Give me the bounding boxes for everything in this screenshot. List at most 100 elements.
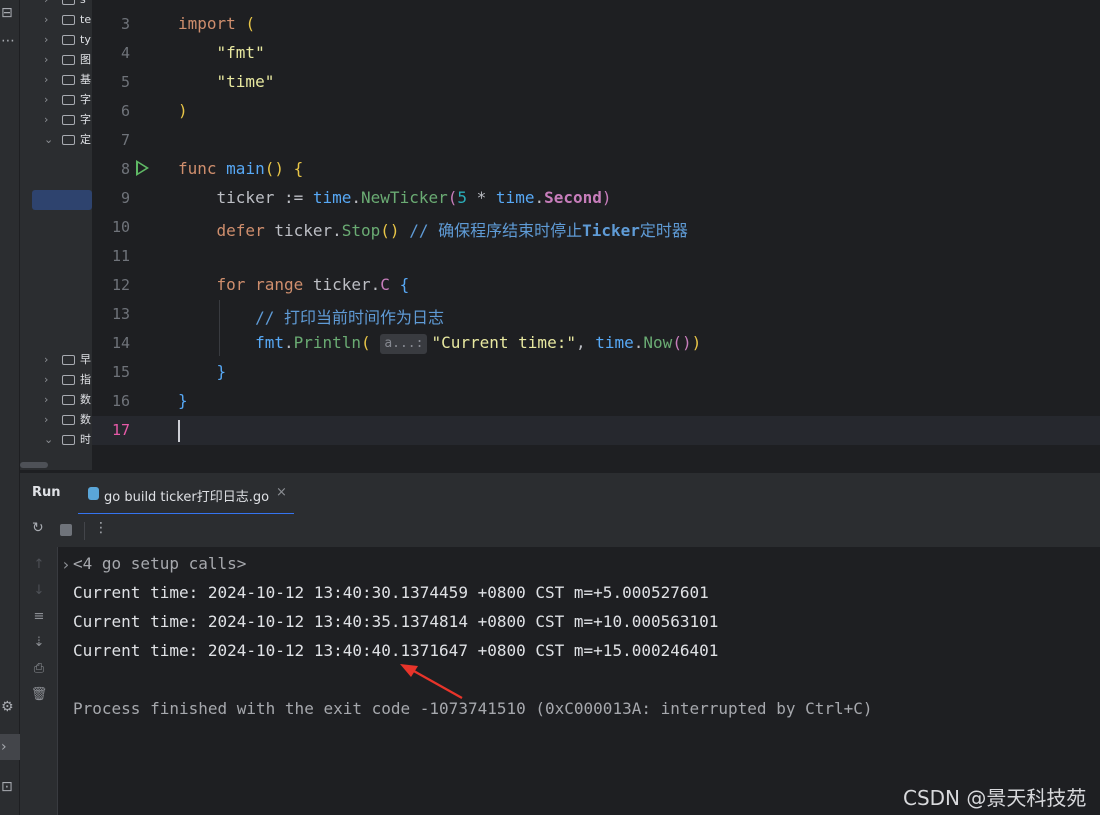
tree-item[interactable]: › 图 <box>20 50 92 70</box>
tree-item[interactable]: ⌄ 定 <box>20 130 92 150</box>
tree-item[interactable]: › 指 <box>20 370 92 390</box>
print-icon[interactable]: ⎙ <box>30 661 48 676</box>
line-number: 12 <box>111 276 130 294</box>
folder-icon <box>62 95 75 105</box>
tree-item[interactable]: › 字 <box>20 110 92 130</box>
more-tools-icon[interactable]: ⋯ <box>0 28 20 54</box>
scroll-up-icon[interactable]: ↑ <box>30 557 48 572</box>
chevron-icon[interactable]: › <box>44 30 54 50</box>
tree-item-label: 时 <box>80 433 91 446</box>
folder-icon <box>62 395 75 405</box>
tree-item-label: 图 <box>80 53 91 66</box>
chevron-icon[interactable]: › <box>44 70 54 90</box>
chevron-icon[interactable]: ⌄ <box>44 130 54 150</box>
setup-calls-fold[interactable]: <4 go setup calls> <box>73 554 246 573</box>
line-number: 5 <box>120 73 130 91</box>
chevron-icon[interactable]: › <box>44 90 54 110</box>
project-tree: ›s›te›ty›图›基›字›字⌄定›早›指›数›数⌄时 <box>20 0 92 470</box>
toolbar-divider <box>84 522 85 540</box>
tree-item[interactable]: › 早 <box>20 350 92 370</box>
tree-item[interactable]: › te <box>20 10 92 30</box>
console-line: Current time: 2024-10-12 13:40:30.137445… <box>73 583 709 602</box>
tree-horizontal-scrollbar[interactable] <box>20 462 48 468</box>
code-line: } <box>178 391 188 410</box>
scroll-to-end-icon[interactable]: ⇣ <box>30 635 48 650</box>
tree-item[interactable]: › ty <box>20 30 92 50</box>
run-gutter-icon[interactable] <box>136 160 149 176</box>
chevron-icon[interactable]: › <box>44 370 54 390</box>
tree-item-label: 数 <box>80 393 91 406</box>
folder-icon <box>62 135 75 145</box>
folder-icon <box>62 75 75 85</box>
tree-item[interactable]: › 基 <box>20 70 92 90</box>
folder-icon <box>62 375 75 385</box>
chevron-icon[interactable]: › <box>44 0 54 10</box>
tree-item[interactable]: › 数 <box>20 390 92 410</box>
tree-item-label: 数 <box>80 413 91 426</box>
run-tool-window-header: Run go build ticker打印日志.go × <box>20 472 1100 515</box>
line-number: 3 <box>120 15 130 33</box>
chevron-icon[interactable]: ⌄ <box>44 430 54 450</box>
code-editor[interactable]: 3 4 5 6 7 8 9 10 11 12 13 14 15 16 17 import ( "fmt" "… <box>92 0 1100 470</box>
trash-icon[interactable]: 🗑 <box>30 687 48 702</box>
stop-icon[interactable] <box>60 524 72 536</box>
folder-icon <box>62 0 75 5</box>
go-file-icon <box>88 487 99 500</box>
tree-selected-row[interactable] <box>32 190 92 210</box>
line-number: 14 <box>111 334 130 352</box>
tree-item[interactable]: › 数 <box>20 410 92 430</box>
folder-icon <box>62 15 75 25</box>
tree-item[interactable]: ›s <box>20 0 92 10</box>
line-number: 8 <box>120 160 130 178</box>
code-line: import ( <box>178 14 256 33</box>
console-line: Current time: 2024-10-12 13:40:35.137481… <box>73 612 719 631</box>
scroll-down-icon[interactable]: ↓ <box>30 583 48 598</box>
soft-wrap-icon[interactable]: ≡ <box>30 609 48 624</box>
folder-icon <box>62 115 75 125</box>
tree-item-label: 指 <box>80 373 91 386</box>
code-line: ticker := time.NewTicker(5 * time.Second… <box>216 188 612 207</box>
tree-item-label: 基 <box>80 73 91 86</box>
chevron-icon[interactable]: › <box>44 50 54 70</box>
tree-item-label: 字 <box>80 93 91 106</box>
line-number: 9 <box>120 189 130 207</box>
close-icon[interactable]: × <box>276 485 287 500</box>
line-number: 7 <box>120 131 130 149</box>
rerun-icon[interactable]: ↻ <box>32 520 44 536</box>
tree-item[interactable]: ⌄ 时 <box>20 430 92 450</box>
line-number: 16 <box>111 392 130 410</box>
watermark: CSDN @景天科技苑 <box>903 786 1087 810</box>
run-toolbar: ↻ ⋮ <box>20 514 1100 547</box>
run-config-tab[interactable]: go build ticker打印日志.go × <box>78 473 294 515</box>
tree-item-label: s <box>80 0 86 10</box>
more-options-icon[interactable]: ⋮ <box>94 520 108 536</box>
code-line: } <box>216 362 227 381</box>
code-line: "fmt" <box>216 43 265 62</box>
activity-bar: ⊟ ⋯ ⚙ › ⊡ <box>0 0 20 815</box>
folder-icon <box>62 35 75 45</box>
tree-item-label: 定 <box>80 133 91 146</box>
folder-icon <box>62 355 75 365</box>
line-number: 4 <box>120 44 130 62</box>
tree-item-label: te <box>80 13 92 26</box>
terminal-icon[interactable]: › <box>0 734 20 760</box>
code-line: defer ticker.Stop() // 确保程序结束时停止Ticker定时… <box>216 221 688 240</box>
structure-icon[interactable]: ⊟ <box>0 0 20 26</box>
current-line-highlight <box>92 416 1100 445</box>
line-number: 15 <box>111 363 130 381</box>
code-line: for range ticker.C { <box>216 275 410 294</box>
chevron-icon[interactable]: › <box>44 410 54 430</box>
code-line: fmt.Println( a...: "Current time:", time.… <box>255 333 702 354</box>
services-icon[interactable]: ⚙ <box>0 694 20 720</box>
console-output[interactable]: › <4 go setup calls> Current time: 2024-… <box>58 547 1100 815</box>
chevron-icon[interactable]: › <box>44 110 54 130</box>
tree-item[interactable]: › 字 <box>20 90 92 110</box>
chevron-icon[interactable]: › <box>44 390 54 410</box>
tree-item-label: 早 <box>80 353 91 366</box>
problems-icon[interactable]: ⊡ <box>0 774 20 800</box>
code-line: func main() { <box>178 159 304 178</box>
console-line: Current time: 2024-10-12 13:40:40.137164… <box>73 641 719 660</box>
chevron-icon[interactable]: › <box>44 10 54 30</box>
expand-chevron-icon[interactable]: › <box>61 555 71 574</box>
chevron-icon[interactable]: › <box>44 350 54 370</box>
